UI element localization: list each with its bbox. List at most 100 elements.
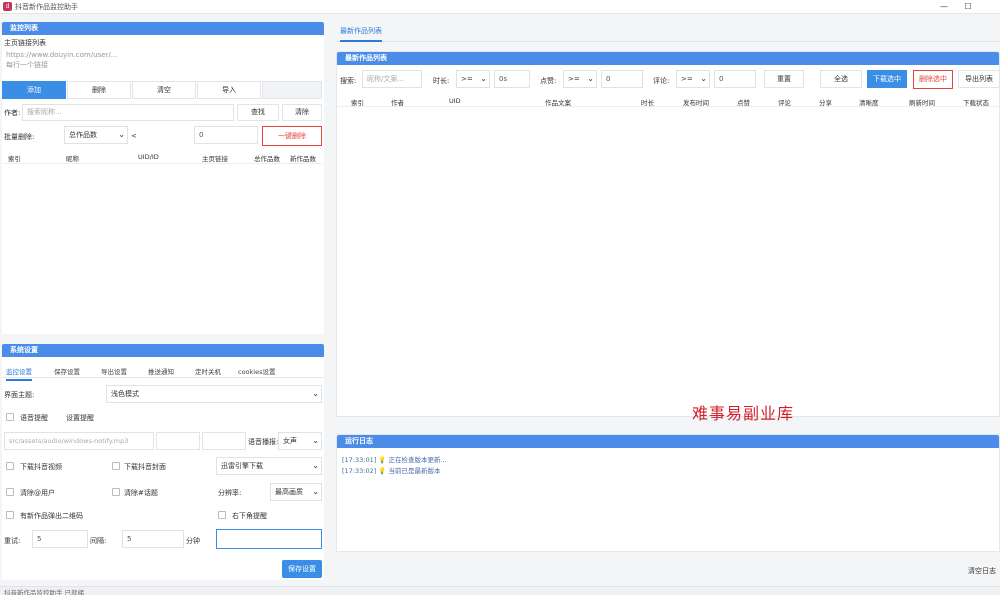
tab-export-settings[interactable]: 导出设置 (101, 366, 127, 376)
tab-monitor-settings[interactable]: 监控设置 (6, 366, 32, 381)
status-text: 抖音新作品监控助手 已就绪 (4, 589, 85, 595)
title-bar: d 抖音新作品监控助手 — ☐ (0, 0, 1000, 14)
resolution-select[interactable]: 最高画质 ⌄ (270, 483, 322, 501)
watermark-text: 难事易副业库 (692, 404, 795, 423)
retry-label: 重试: (4, 537, 21, 545)
col-homepage: 主页链接 (202, 155, 228, 163)
engine-value: 迅雷引擎下载 (221, 462, 263, 470)
browse-sound-button[interactable] (156, 432, 200, 450)
col-new-works: 新作品数 (290, 155, 316, 163)
download-cover-checkbox[interactable] (112, 462, 120, 470)
chevron-down-icon: ⌄ (587, 74, 594, 83)
voice-select[interactable]: 女声 ⌄ (278, 432, 322, 450)
retry-input[interactable]: 5 (32, 530, 88, 548)
resolution-label: 分辨率: (218, 489, 242, 497)
author-search-input[interactable]: 搜索昵称... (22, 104, 234, 121)
download-selected-button[interactable]: 下载选中 (867, 70, 907, 88)
clear-button[interactable]: 清空 (132, 81, 196, 99)
duration-label: 时长: (433, 77, 450, 85)
settings-tabs: 监控设置 保存设置 导出设置 推送通知 定时关机 cookies设置 (2, 362, 324, 381)
import-button[interactable]: 导入 (197, 81, 261, 99)
log-line: [17:33:02] 💡 当前已是最新版本 (342, 465, 441, 475)
log-time: [17:33:02] (342, 467, 377, 475)
interval-input[interactable]: 5 (122, 530, 184, 548)
col-duration: 时长 (641, 99, 654, 107)
works-search-input[interactable]: 昵称/文案... (362, 70, 422, 88)
log-panel: 运行日志 (336, 434, 1000, 552)
tab-scheduled-shutdown[interactable]: 定时关机 (195, 366, 221, 376)
bulb-icon: 💡 (378, 456, 387, 464)
tab-latest-works[interactable]: 最新作品列表 (340, 26, 382, 42)
interval-slider[interactable] (216, 529, 322, 549)
engine-select[interactable]: 迅雷引擎下载 ⌄ (216, 457, 322, 475)
comments-input[interactable]: 0 (714, 70, 756, 88)
clear-log-button[interactable]: 清空日志 (968, 566, 996, 576)
status-bar: 抖音新作品监控助手 已就绪 (0, 586, 1000, 595)
add-button[interactable]: 添加 (2, 81, 66, 99)
minimize-button[interactable]: — (938, 1, 950, 12)
export-list-button[interactable]: 导出列表 (958, 70, 1000, 88)
chevron-down-icon: ⌄ (312, 461, 319, 470)
url-list-input[interactable]: https://www.douyin.com/user/... 每行一个链接 (4, 50, 322, 76)
sound-path-input[interactable]: src/assets/audio/windows-notify.mp3 (4, 432, 154, 450)
comments-label: 评论: (653, 77, 670, 85)
col-uid: UID (449, 97, 461, 105)
reset-button[interactable]: 重置 (764, 70, 804, 88)
chevron-down-icon: ⌄ (312, 436, 319, 445)
theme-select[interactable]: 浅色模式 ⌄ (106, 385, 322, 403)
download-video-checkbox[interactable] (6, 462, 14, 470)
comments-op-select[interactable]: >= ⌄ (676, 70, 710, 88)
works-table-header: 索引 作者 UID 作品文案 时长 发布时间 点赞 评论 分享 清晰度 刷新时间… (337, 93, 1000, 107)
bulk-operator: < (131, 132, 137, 140)
find-button[interactable]: 查找 (237, 104, 279, 121)
clear-search-button[interactable]: 清除 (282, 104, 322, 121)
col-shares: 分享 (819, 99, 832, 107)
works-header: 最新作品列表 (337, 52, 999, 65)
sound-remind-label: 语音提醒 (20, 414, 48, 422)
tab-cookies[interactable]: cookies设置 (238, 366, 275, 376)
bulk-delete-label: 批量删除: (4, 133, 35, 141)
corner-popup-checkbox[interactable] (218, 511, 226, 519)
main-tab-bar: 最新作品列表 (336, 22, 1000, 42)
qr-popup-checkbox[interactable] (6, 511, 14, 519)
bulk-value-input[interactable]: 0 (194, 126, 258, 144)
log-line: [17:33:01] 💡 正在检查版本更新... (342, 454, 447, 464)
log-header: 运行日志 (337, 435, 999, 448)
likes-input[interactable]: 0 (601, 70, 643, 88)
col-caption: 作品文案 (545, 99, 571, 107)
maximize-button[interactable]: ☐ (962, 1, 974, 12)
select-all-button[interactable]: 全选 (820, 70, 862, 88)
test-sound-button[interactable] (202, 432, 246, 450)
duration-op-select[interactable]: >= ⌄ (456, 70, 490, 88)
one-click-delete-button[interactable]: 一键删除 (262, 126, 322, 146)
duration-op: >= (461, 75, 473, 83)
interval-label: 间隔: (90, 537, 107, 545)
voice-label: 语音播报: (248, 438, 279, 446)
remove-at-checkbox[interactable] (6, 488, 14, 496)
chevron-down-icon: ⌄ (118, 130, 125, 139)
duration-input[interactable]: 0s (494, 70, 530, 88)
monitor-table-header: 索引 昵称 UID/ID 主页链接 总作品数 新作品数 (4, 150, 322, 164)
remove-topic-checkbox[interactable] (112, 488, 120, 496)
log-time: [17:33:01] (342, 456, 377, 464)
chevron-down-icon: ⌄ (700, 74, 707, 83)
delete-selected-button[interactable]: 删除选中 (913, 70, 953, 89)
remove-at-label: 清除@用户 (20, 489, 55, 497)
col-likes: 点赞 (737, 99, 750, 107)
col-publish-time: 发布时间 (683, 99, 709, 107)
minutes-label: 分钟 (186, 537, 200, 545)
sound-set-link[interactable]: 设置提醒 (66, 413, 94, 423)
extra-button[interactable] (262, 81, 322, 99)
bulk-field-select[interactable]: 总作品数 ⌄ (64, 126, 128, 144)
theme-value: 浅色模式 (111, 390, 139, 398)
chevron-down-icon: ⌄ (480, 74, 487, 83)
col-download-status: 下载状态 (963, 99, 989, 107)
tab-push-notify[interactable]: 推送通知 (148, 366, 174, 376)
col-index: 索引 (351, 99, 364, 107)
sound-remind-checkbox[interactable] (6, 413, 14, 421)
tab-save-settings[interactable]: 保存设置 (54, 366, 80, 376)
save-settings-button[interactable]: 保存设置 (282, 560, 322, 578)
likes-op-select[interactable]: >= ⌄ (563, 70, 597, 88)
voice-value: 女声 (283, 437, 297, 445)
delete-button[interactable]: 删除 (67, 81, 131, 99)
